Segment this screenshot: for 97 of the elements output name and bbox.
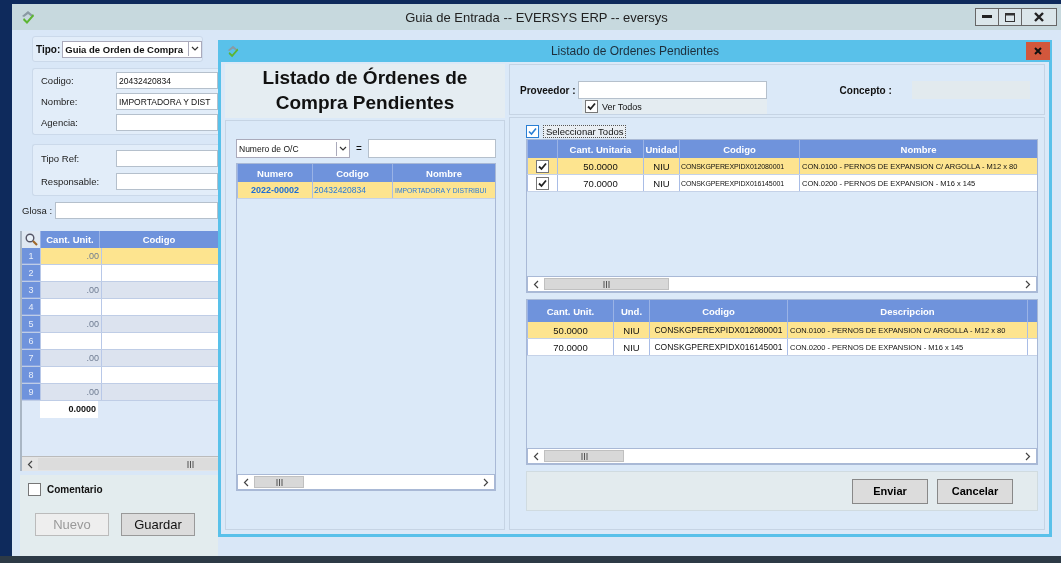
- input-field[interactable]: [116, 114, 218, 131]
- concepto-label: Concepto :: [839, 85, 892, 96]
- table-cell: NIU: [653, 160, 670, 172]
- chevron-left-icon: [243, 477, 249, 487]
- chevron-right-icon: [1025, 279, 1031, 289]
- grid-row[interactable]: 7 .00: [22, 350, 218, 367]
- window-title: Guia de Entrada -- EVERSYS ERP -- eversys: [405, 9, 668, 25]
- caret-icon: [336, 141, 349, 156]
- table-cell: .00: [86, 251, 99, 261]
- grip-icon: [580, 452, 588, 460]
- table-cell: 2022-00002: [250, 185, 299, 195]
- caret-icon: [188, 42, 201, 56]
- maximize-icon: [1005, 12, 1015, 22]
- checkbox[interactable]: [526, 125, 539, 138]
- row-number: 4: [28, 301, 34, 312]
- grid-row[interactable]: 1 .00: [22, 248, 218, 265]
- close-icon: [1034, 12, 1044, 22]
- scrollbar[interactable]: [527, 276, 1037, 292]
- checkbox-label: Ver Todos: [602, 101, 642, 112]
- scrollbar[interactable]: [527, 448, 1037, 464]
- table-cell: NIU: [623, 324, 640, 336]
- grip-icon: [187, 460, 194, 468]
- field-label: Agencia:: [41, 117, 79, 128]
- dialog-title: Listado de Ordenes Pendientes: [550, 44, 720, 58]
- table-cell: CONSKGPEREXPIDX012080001: [654, 325, 783, 335]
- checkbox[interactable]: [536, 176, 549, 190]
- scrollbar[interactable]: [237, 474, 495, 490]
- grip-icon: [603, 280, 610, 288]
- checkbox[interactable]: [536, 159, 549, 173]
- field-label: Codigo:: [41, 75, 75, 86]
- app-icon: [20, 9, 36, 25]
- scrollbar-thumb[interactable]: [38, 458, 218, 470]
- chevron-left-icon: [533, 279, 539, 289]
- total-cell: 0.0000: [40, 401, 98, 418]
- checkbox-label: Comentario: [47, 484, 103, 495]
- scrollbar-thumb[interactable]: [544, 450, 624, 462]
- table-cell: .00: [86, 319, 99, 329]
- search-icon[interactable]: [24, 233, 38, 246]
- proveedor-label: Proveedor :: [520, 84, 576, 96]
- operator-label: =: [355, 143, 363, 154]
- glosa-field[interactable]: [55, 202, 218, 219]
- minimize-icon: [982, 15, 992, 19]
- row-number: 9: [28, 386, 34, 397]
- chevron-right-icon: [483, 477, 489, 487]
- filter-field[interactable]: [368, 139, 496, 158]
- input-field[interactable]: [116, 173, 218, 190]
- table-cell: 70.0000: [583, 177, 618, 189]
- chevron-left-icon: [27, 459, 33, 469]
- row-number: 2: [28, 267, 34, 278]
- grid-row[interactable]: 9 .00: [22, 384, 218, 401]
- table-cell: .00: [86, 285, 99, 295]
- tipo-select[interactable]: Guia de Orden de Compra: [62, 40, 202, 58]
- grid-row[interactable]: 3 .00: [22, 282, 218, 299]
- table-cell: .00: [86, 353, 99, 363]
- table-cell: NIU: [623, 341, 640, 353]
- field-label: Nombre:: [41, 96, 79, 107]
- scrollbar-thumb[interactable]: [544, 278, 669, 290]
- tipo-label: Tipo:: [36, 43, 61, 55]
- row-number: 7: [28, 352, 34, 363]
- maximize-button[interactable]: [998, 8, 1022, 26]
- table-cell: CONSKGPEREXPIDX016145001: [654, 342, 783, 352]
- checkbox[interactable]: [28, 483, 41, 496]
- form-button[interactable]: Guardar: [121, 513, 195, 536]
- row-number: 8: [28, 369, 34, 380]
- grip-icon: [275, 478, 283, 486]
- row-number: 3: [28, 284, 34, 295]
- grid-row[interactable]: 5 .00: [22, 316, 218, 333]
- input-field[interactable]: 20432420834: [116, 72, 218, 89]
- dialog-button[interactable]: Cancelar: [937, 478, 1013, 504]
- dialog-button[interactable]: Enviar: [852, 478, 928, 504]
- row-number: 6: [28, 335, 34, 346]
- chevron-right-icon: [1025, 451, 1031, 461]
- field-label: Responsable:: [41, 176, 101, 187]
- chevron-left-icon: [533, 451, 539, 461]
- proveedor-field[interactable]: [577, 81, 767, 99]
- dialog-heading: Listado de Órdenes de Compra Pendientes: [225, 64, 505, 118]
- scrollbar[interactable]: [22, 456, 218, 471]
- table-cell: 70.0000: [553, 341, 588, 353]
- field-label: Tipo Ref:: [41, 153, 81, 164]
- table-cell: 50.0000: [553, 324, 588, 336]
- checkbox-label: Seleccionar Todos: [543, 125, 627, 138]
- table-cell: NIU: [653, 177, 670, 189]
- input-field[interactable]: IMPORTADORA Y DIST: [116, 93, 218, 110]
- row-number: 1: [28, 250, 34, 261]
- table-cell: 20432420834: [314, 185, 366, 195]
- close-icon: [1034, 47, 1042, 55]
- table-cell: .00: [86, 387, 99, 397]
- scrollbar-thumb[interactable]: [254, 476, 304, 488]
- close-button[interactable]: [1021, 8, 1057, 26]
- row-number: 5: [28, 318, 34, 329]
- glosa-label: Glosa :: [22, 205, 54, 216]
- input-field[interactable]: [116, 150, 218, 167]
- table-cell: 50.0000: [583, 160, 618, 172]
- filter-select[interactable]: Numero de O/C: [236, 139, 350, 158]
- minimize-button[interactable]: [975, 8, 999, 26]
- checkbox[interactable]: [585, 100, 598, 113]
- app-icon: [226, 44, 240, 58]
